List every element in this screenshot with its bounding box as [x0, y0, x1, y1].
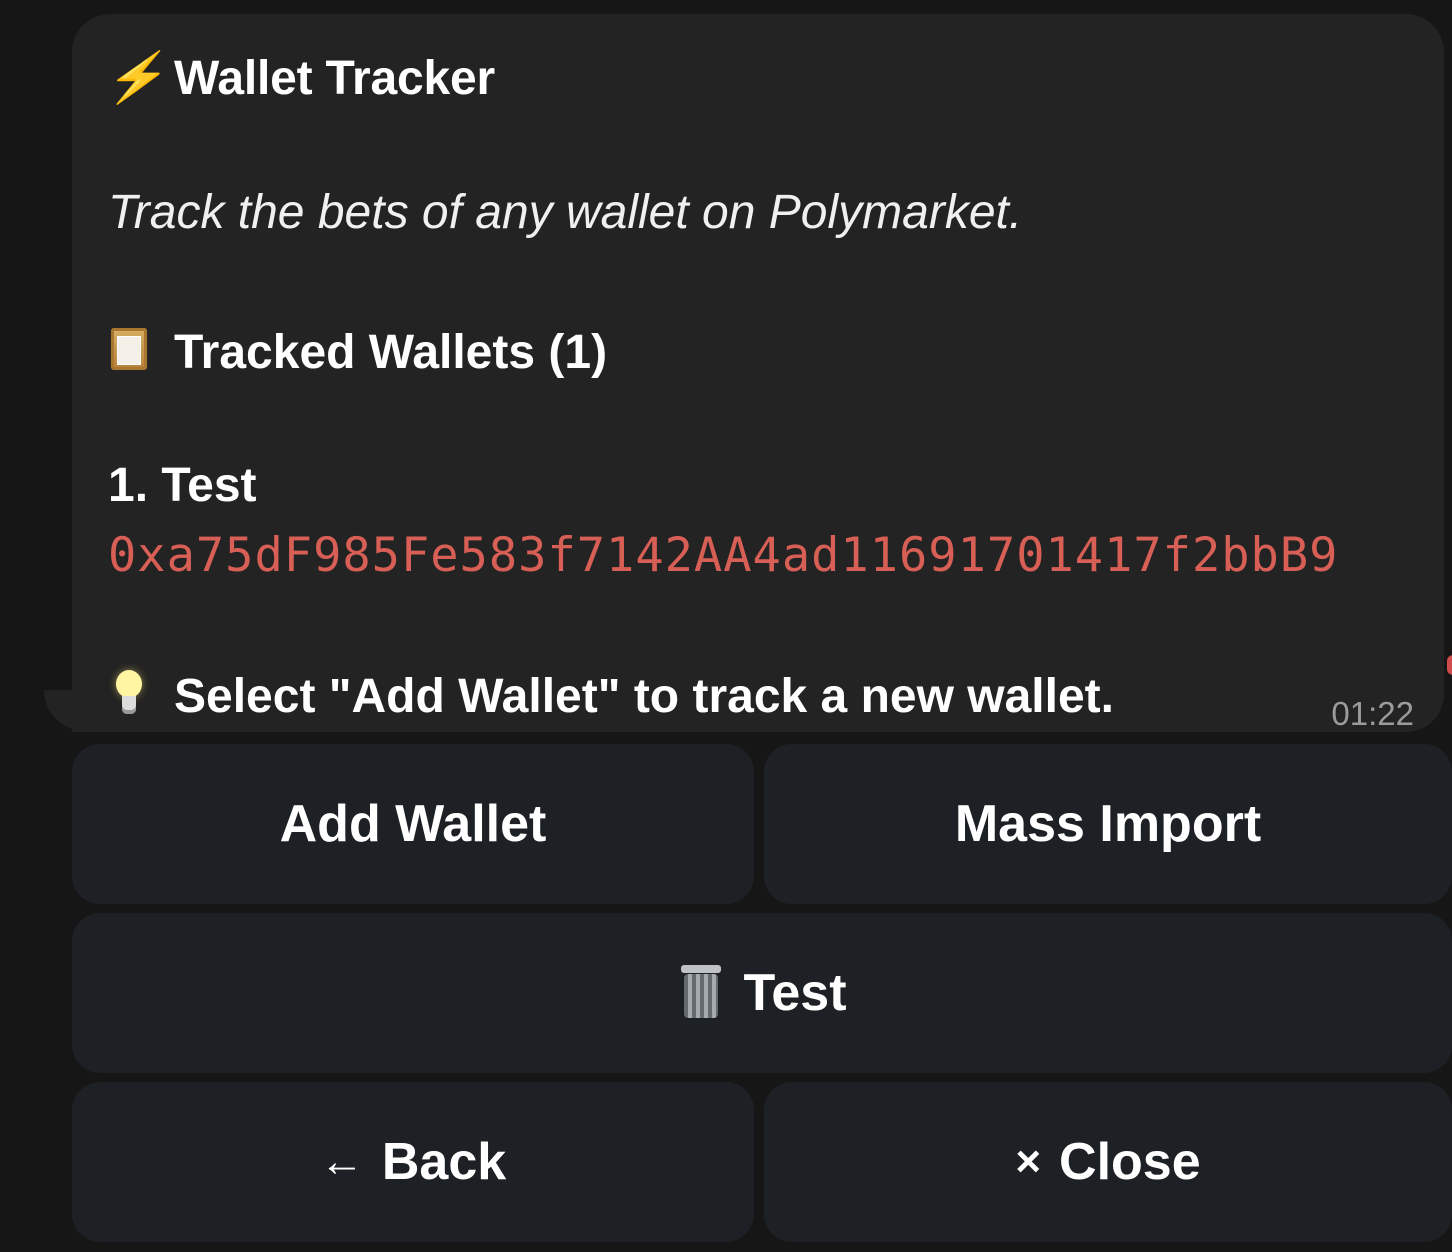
message-title-text: Wallet Tracker [174, 52, 495, 105]
tracked-wallets-heading-text: Tracked Wallets (1) [174, 326, 608, 379]
add-wallet-button[interactable]: Add Wallet [72, 744, 754, 904]
bot-message: ⚡Wallet Tracker Track the bets of any wa… [72, 14, 1444, 732]
chat-view: ⚡Wallet Tracker Track the bets of any wa… [0, 0, 1452, 1252]
close-button[interactable]: × Close [764, 1082, 1452, 1242]
mass-import-button-label: Mass Import [954, 795, 1262, 853]
wallet-list-item-name: 1. Test [108, 459, 257, 512]
trash-icon [677, 965, 725, 1021]
back-button-label: Back [381, 1133, 507, 1191]
add-wallet-button-label: Add Wallet [279, 795, 547, 853]
message-hint-text: Select "Add Wallet" to track a new walle… [174, 670, 1114, 723]
lightbulb-icon [108, 670, 152, 718]
back-button[interactable]: ← Back [72, 1082, 754, 1242]
status-dot-indicator [1447, 655, 1452, 675]
message-hint: Select "Add Wallet" to track a new walle… [108, 670, 1114, 721]
clipboard-icon [108, 326, 152, 374]
left-arrow-icon: ← [319, 1137, 364, 1186]
close-icon: × [1015, 1137, 1042, 1186]
close-button-label: Close [1059, 1133, 1201, 1191]
lightning-icon: ⚡ [102, 51, 175, 105]
mass-import-button[interactable]: Mass Import [764, 744, 1452, 904]
message-title: ⚡Wallet Tracker [102, 51, 495, 105]
message-subtitle: Track the bets of any wallet on Polymark… [108, 186, 1023, 239]
message-time: 01:22 [1331, 695, 1414, 732]
delete-test-wallet-button[interactable]: Test [72, 913, 1452, 1073]
tracked-wallets-heading: Tracked Wallets (1) [108, 326, 607, 377]
wallet-address[interactable]: 0xa75dF985Fe583f7142AA4ad11691701417f2bb… [108, 532, 1338, 579]
delete-test-wallet-button-label: Test [743, 964, 847, 1022]
